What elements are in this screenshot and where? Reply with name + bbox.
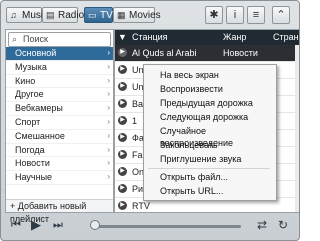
play-icon[interactable]: ▶ [118, 65, 127, 74]
sort-icon[interactable]: ▼ [118, 30, 127, 45]
repeat-icon[interactable]: ↻ [278, 218, 288, 232]
chevron-right-icon: › [107, 48, 110, 57]
play-icon[interactable]: ▶ [118, 99, 127, 108]
chevron-right-icon: › [107, 158, 110, 168]
shuffle-icon[interactable]: ⇄ [257, 218, 267, 232]
tab-radio[interactable]: ▤ Radio [42, 7, 84, 23]
play-icon[interactable]: ▶ [118, 48, 127, 57]
playlist-item[interactable]: Основной › [6, 47, 113, 61]
menu-item-mute[interactable]: Приглушение звука [160, 153, 241, 165]
play-icon[interactable]: ▶ [118, 116, 127, 125]
menu-item-shuffle[interactable]: Случайное воспроизведение [160, 125, 276, 148]
gear-icon: ✱ [209, 9, 219, 21]
playlist-item[interactable]: Другое › [6, 88, 113, 103]
chevron-right-icon: › [107, 103, 110, 113]
chevron-right-icon: › [107, 144, 110, 154]
play-icon[interactable]: ▶ [118, 82, 127, 91]
playlist-item[interactable]: Научные › [6, 171, 113, 185]
play-icon[interactable]: ▶ [118, 167, 127, 176]
playlist-item[interactable]: Вебкамеры › [6, 102, 113, 116]
playlist-list: Основной › Музыка › Кино › Другое › Вебкамер… [6, 47, 113, 185]
table-header: ▼ Станция Жанр Страна [115, 30, 299, 45]
play-icon[interactable]: ▶ [118, 133, 127, 142]
play-icon[interactable]: ▶ [31, 218, 41, 232]
search-input[interactable]: ⌕ Поиск [8, 32, 111, 47]
menu-item-open-url[interactable]: Открыть URL... [160, 185, 223, 197]
chevron-right-icon: › [107, 75, 110, 85]
top-bar: ♫ Music ▤ Radio ▭ TV ▦ Movies ✱ i ≡ ⌃ [1, 1, 299, 27]
menu-item-previous[interactable]: Предыдущая дорожка [160, 97, 253, 109]
menu-item-loop[interactable]: Закольцевать [160, 139, 218, 151]
playlist-item[interactable]: Спорт › [6, 116, 113, 130]
playlist-item[interactable]: Погода › [6, 144, 113, 158]
menu-item-play[interactable]: Воспроизвести [160, 83, 223, 95]
chevron-right-icon: › [107, 172, 110, 182]
music-icon: ♫ [10, 10, 17, 20]
info-button[interactable]: i [226, 6, 244, 24]
chevron-right-icon: › [107, 89, 110, 99]
menu-item-fullscreen[interactable]: На весь экран [160, 69, 219, 81]
progress-slider[interactable] [91, 225, 241, 228]
play-icon[interactable]: ▶ [118, 150, 127, 159]
play-icon[interactable]: ▶ [118, 201, 127, 210]
column-genre[interactable]: Жанр [223, 30, 246, 45]
collapse-button[interactable]: ⌃ [272, 6, 290, 24]
chevron-right-icon: › [107, 130, 110, 140]
scrollbar[interactable] [295, 45, 299, 212]
next-icon[interactable]: ⏭ [53, 218, 63, 232]
play-icon[interactable]: ▶ [118, 184, 127, 193]
radio-icon: ▤ [46, 10, 55, 20]
player-controls: ⏮ ▶ ⏭ ⇄ ↻ [1, 212, 299, 240]
menu-button[interactable]: ≡ [247, 6, 265, 24]
tab-tv[interactable]: ▭ TV [84, 7, 113, 23]
tab-movies[interactable]: ▦ Movies [113, 7, 161, 23]
tab-music[interactable]: ♫ Music [6, 7, 48, 23]
playlist-panel: ⌕ Поиск Основной › Музыка › Кино › Другое › … [5, 29, 114, 224]
progress-handle[interactable] [90, 220, 100, 230]
settings-button[interactable]: ✱ [205, 6, 223, 24]
menu-icon: ≡ [252, 9, 260, 21]
movies-icon: ▦ [117, 10, 126, 20]
playlist-item[interactable]: Новости › [6, 157, 113, 172]
playlist-item[interactable]: Музыка › [6, 61, 113, 75]
playlist-item[interactable]: Кино › [6, 75, 113, 89]
table-row[interactable]: ▶ Al Quds al Arabi Новости [115, 45, 299, 62]
search-icon: ⌕ [12, 34, 18, 44]
playlist-item[interactable]: Смешанное › [6, 130, 113, 144]
menu-item-next[interactable]: Следующая дорожка [160, 111, 248, 123]
chevron-up-icon: ⌃ [276, 9, 286, 21]
previous-icon[interactable]: ⏮ [11, 218, 21, 232]
add-playlist-button[interactable]: + Добавить новый плейлист [6, 199, 113, 224]
column-country[interactable]: Страна [273, 30, 299, 45]
chevron-right-icon: › [107, 61, 110, 71]
context-menu: На весь экран Воспроизвести Предыдущая д… [143, 64, 277, 201]
column-station[interactable]: Станция [132, 30, 168, 45]
chevron-right-icon: › [107, 116, 110, 126]
info-icon: i [233, 9, 237, 21]
menu-separator [148, 168, 270, 169]
tv-icon: ▭ [88, 10, 97, 20]
menu-item-open-file[interactable]: Открыть файл... [160, 171, 228, 183]
app-window: ♫ Music ▤ Radio ▭ TV ▦ Movies ✱ i ≡ ⌃ ⌕ … [0, 0, 300, 241]
